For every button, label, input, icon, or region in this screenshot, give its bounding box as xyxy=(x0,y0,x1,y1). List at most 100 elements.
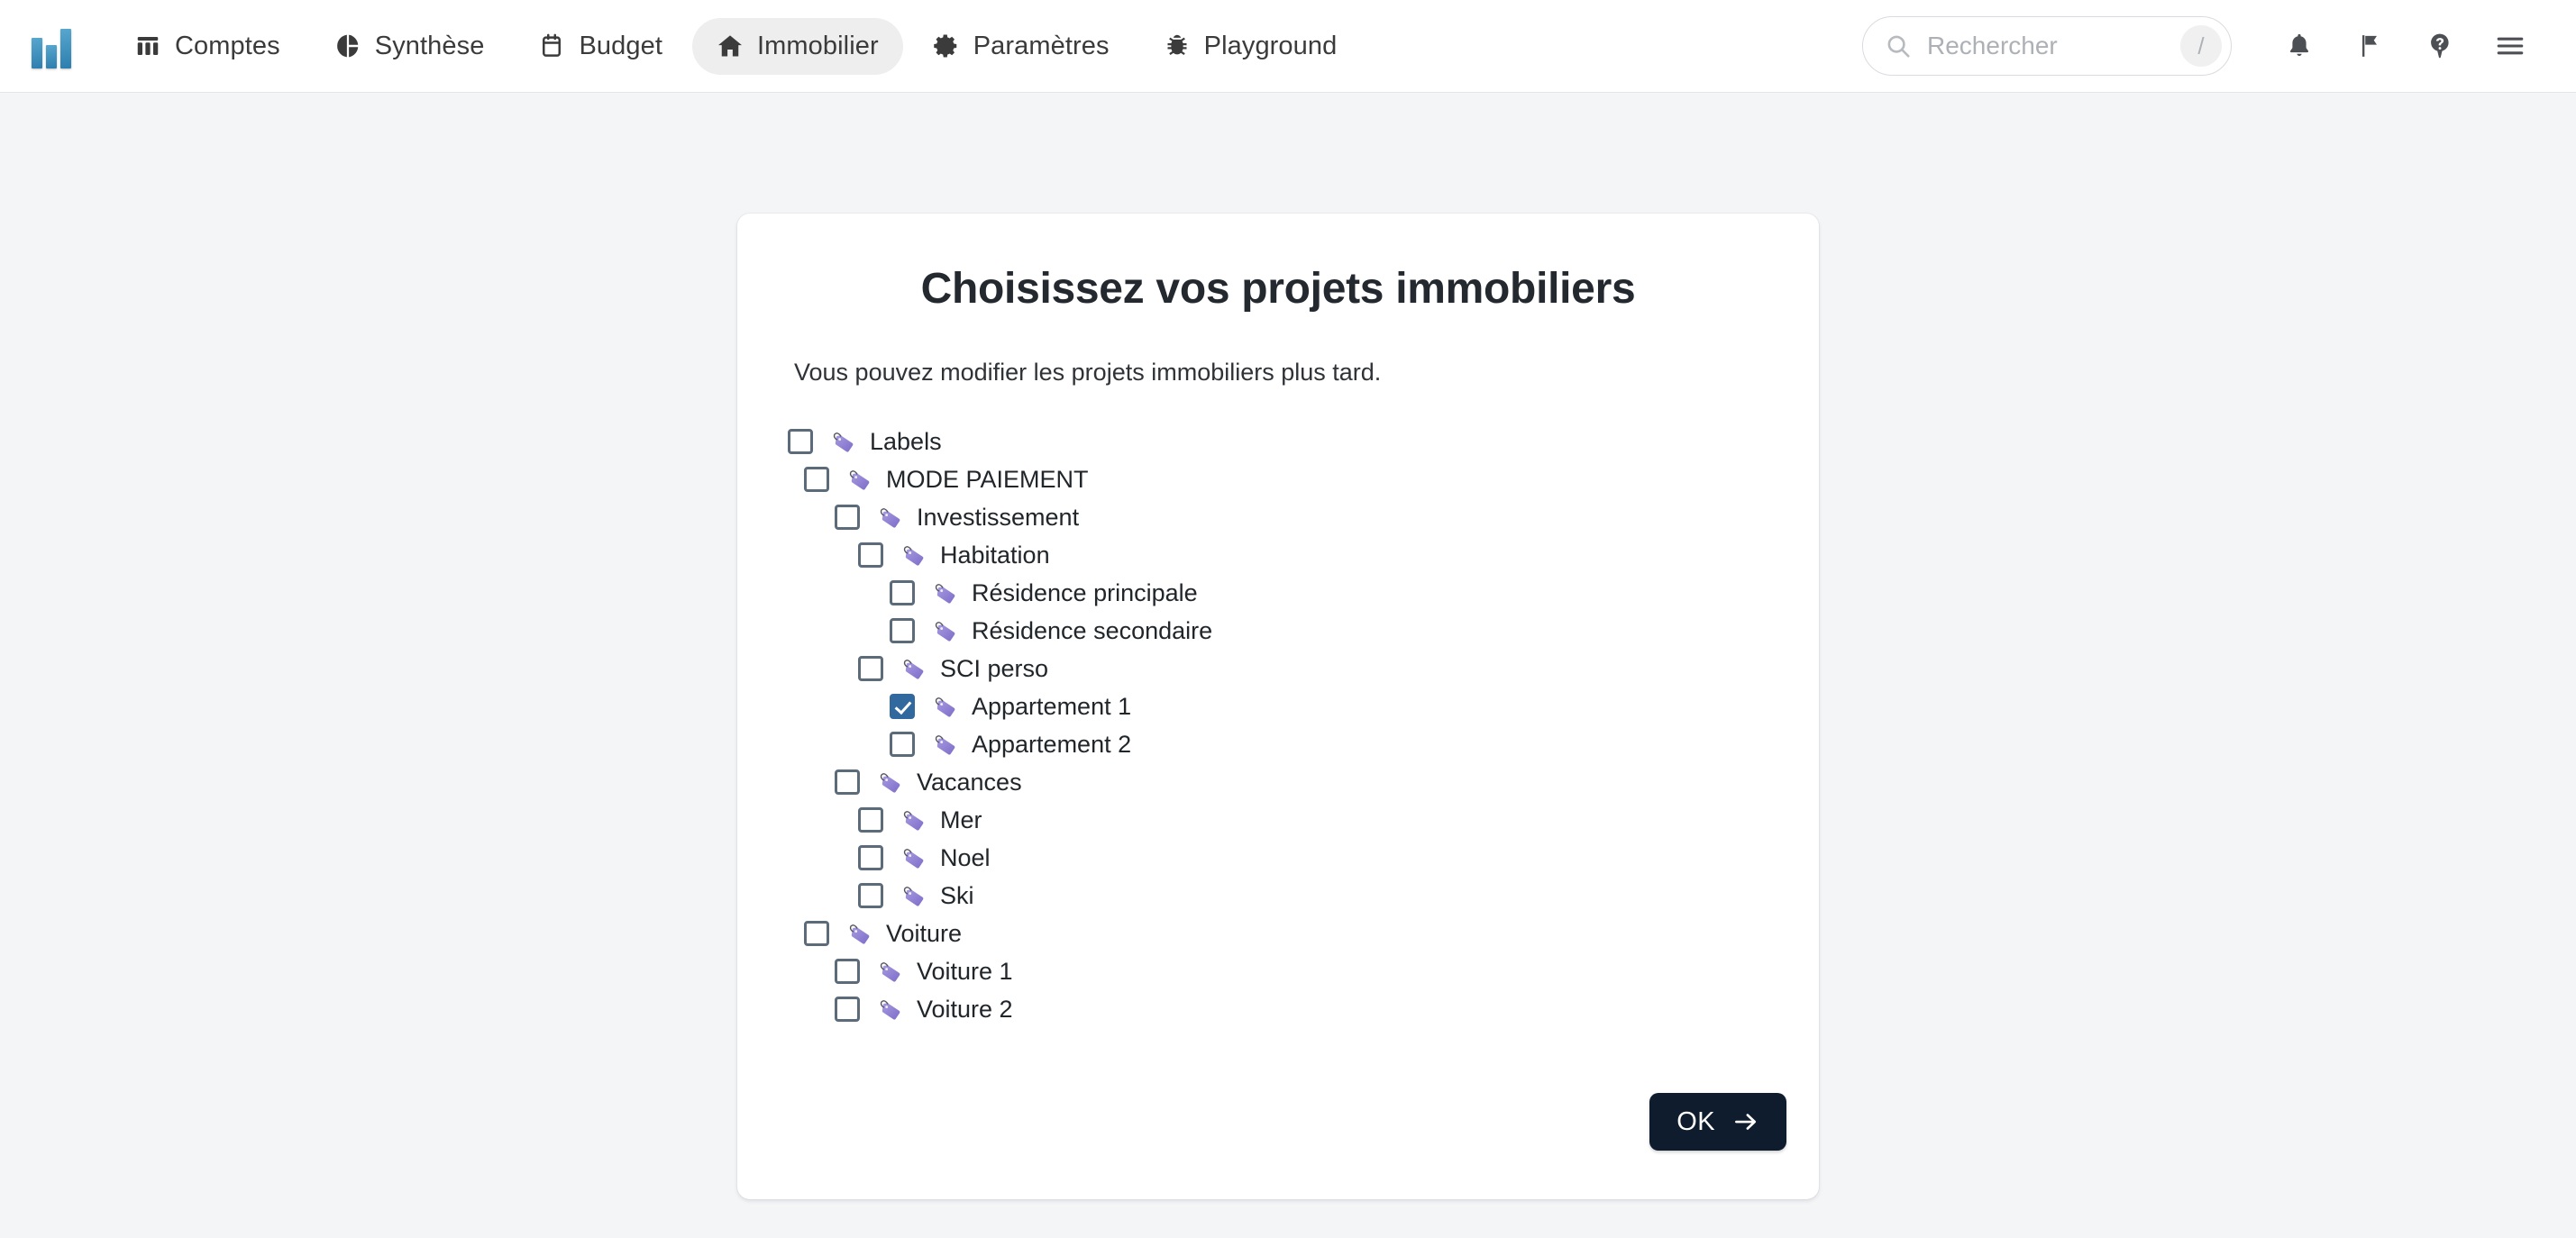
tree-item-label: Vacances xyxy=(917,768,1022,796)
tree-item-label: Habitation xyxy=(940,541,1050,569)
tree-item[interactable]: Vacances xyxy=(788,763,1819,801)
tree-item[interactable]: Voiture 2 xyxy=(788,990,1819,1028)
pie-chart-icon xyxy=(334,32,361,59)
search-placeholder: Rechercher xyxy=(1927,32,2058,59)
tree-item-checkbox[interactable] xyxy=(804,921,829,946)
tag-icon xyxy=(935,622,955,642)
tag-icon xyxy=(880,508,900,528)
tree-item[interactable]: SCI perso xyxy=(788,650,1819,687)
tree-item[interactable]: Appartement 1 xyxy=(788,687,1819,725)
project-selection-card: Choisissez vos projets immobiliers Vous … xyxy=(737,214,1819,1199)
logo-bar-3 xyxy=(60,29,71,68)
tree-item-checkbox[interactable] xyxy=(890,732,915,757)
tree-item[interactable]: Habitation xyxy=(788,536,1819,574)
card-footer: OK xyxy=(1649,1093,1786,1151)
nav-item-synth-se[interactable]: Synthèse xyxy=(310,18,509,75)
tree-item-checkbox[interactable] xyxy=(835,505,860,530)
bar-chart-logo[interactable] xyxy=(27,23,76,68)
tree-item[interactable]: Investissement xyxy=(788,498,1819,536)
tree-item-checkbox[interactable] xyxy=(835,997,860,1022)
gear-icon xyxy=(933,32,960,59)
tree-item[interactable]: MODE PAIEMENT xyxy=(788,460,1819,498)
tree-item[interactable]: Noel xyxy=(788,839,1819,877)
tree-item-checkbox[interactable] xyxy=(858,542,883,568)
top-navigation-bar: Comptes Synthèse Budget Immobilier Paramètre… xyxy=(0,0,2576,93)
tree-item-label: MODE PAIEMENT xyxy=(886,465,1089,493)
flag-icon[interactable] xyxy=(2334,19,2405,73)
page-content: Choisissez vos projets immobiliers Vous … xyxy=(0,93,2576,1238)
tree-item-label: Labels xyxy=(870,427,942,455)
tree-item[interactable]: Résidence secondaire xyxy=(788,612,1819,650)
nav-item-budget[interactable]: Budget xyxy=(514,18,687,75)
nav-item-playground[interactable]: Playground xyxy=(1139,18,1362,75)
tree-item-label: Appartement 2 xyxy=(972,730,1132,758)
project-tree: Labels MODE PAIEMENT Investissement Habitat… xyxy=(737,423,1819,1028)
tree-item[interactable]: Voiture 1 xyxy=(788,952,1819,990)
tag-icon xyxy=(903,887,924,906)
tag-icon xyxy=(935,735,955,755)
tree-item-checkbox[interactable] xyxy=(858,807,883,833)
tag-icon xyxy=(903,849,924,869)
nav-item-label: Comptes xyxy=(175,31,280,60)
arrow-right-icon xyxy=(1732,1108,1759,1135)
tree-item[interactable]: Labels xyxy=(788,423,1819,460)
search-shortcut-badge: / xyxy=(2180,25,2222,67)
tree-item-checkbox[interactable] xyxy=(804,467,829,492)
tree-item[interactable]: Résidence principale xyxy=(788,574,1819,612)
main-nav: Comptes Synthèse Budget Immobilier Paramètre… xyxy=(110,17,1362,75)
tree-item-label: Investissement xyxy=(917,503,1080,531)
tree-item-label: Voiture xyxy=(886,919,963,947)
hamburger-icon[interactable] xyxy=(2475,19,2545,73)
tree-item[interactable]: Appartement 2 xyxy=(788,725,1819,763)
tag-icon xyxy=(935,697,955,717)
ok-button[interactable]: OK xyxy=(1649,1093,1786,1151)
calendar-icon xyxy=(538,32,565,59)
tag-icon xyxy=(849,470,870,490)
tree-item-label: Ski xyxy=(940,881,974,909)
tree-item-checkbox[interactable] xyxy=(890,580,915,605)
tree-item-label: Voiture 1 xyxy=(917,957,1013,985)
tag-icon xyxy=(903,660,924,679)
logo-bar-2 xyxy=(46,45,57,68)
tag-icon xyxy=(833,432,854,452)
tree-item[interactable]: Voiture xyxy=(788,915,1819,952)
tree-item-checkbox[interactable] xyxy=(858,845,883,870)
tree-item-checkbox[interactable] xyxy=(858,656,883,681)
nav-item-label: Paramètres xyxy=(973,31,1110,60)
tree-item-label: Appartement 1 xyxy=(972,692,1132,720)
help-icon[interactable] xyxy=(2405,19,2475,73)
nav-item-label: Playground xyxy=(1203,31,1338,60)
page-title: Choisissez vos projets immobiliers xyxy=(920,265,1636,313)
search-icon xyxy=(1885,32,1912,59)
nav-item-param-tres[interactable]: Paramètres xyxy=(909,18,1134,75)
tag-icon xyxy=(880,1000,900,1020)
nav-item-label: Immobilier xyxy=(756,31,879,60)
tree-item-checkbox[interactable] xyxy=(858,883,883,908)
bell-icon[interactable] xyxy=(2264,19,2334,73)
tree-item-label: Mer xyxy=(940,806,982,833)
tag-icon xyxy=(903,811,924,831)
tree-item[interactable]: Ski xyxy=(788,877,1819,915)
tag-icon xyxy=(849,924,870,944)
card-subtitle: Vous pouvez modifier les projets immobil… xyxy=(794,359,1382,386)
nav-item-label: Budget xyxy=(579,31,662,60)
tree-item-checkbox[interactable] xyxy=(890,618,915,643)
nav-item-immobilier[interactable]: Immobilier xyxy=(691,17,903,75)
tag-icon xyxy=(880,962,900,982)
table-columns-icon xyxy=(134,32,161,59)
home-icon xyxy=(717,32,744,59)
tree-item-label: Résidence principale xyxy=(972,578,1198,606)
tree-item-checkbox[interactable] xyxy=(788,429,813,454)
ok-button-label: OK xyxy=(1676,1106,1715,1136)
tree-item[interactable]: Mer xyxy=(788,801,1819,839)
tree-item-label: SCI perso xyxy=(940,654,1049,682)
search-input[interactable]: Rechercher / xyxy=(1862,16,2232,76)
nav-item-label: Synthèse xyxy=(374,31,485,60)
tree-item-checkbox[interactable] xyxy=(835,959,860,984)
tag-icon xyxy=(935,584,955,604)
tree-item-checkbox[interactable] xyxy=(835,769,860,795)
nav-item-comptes[interactable]: Comptes xyxy=(110,18,305,75)
top-bar-right: Rechercher / xyxy=(1862,16,2545,76)
tree-item-label: Résidence secondaire xyxy=(972,616,1213,644)
tree-item-checkbox[interactable] xyxy=(890,694,915,719)
